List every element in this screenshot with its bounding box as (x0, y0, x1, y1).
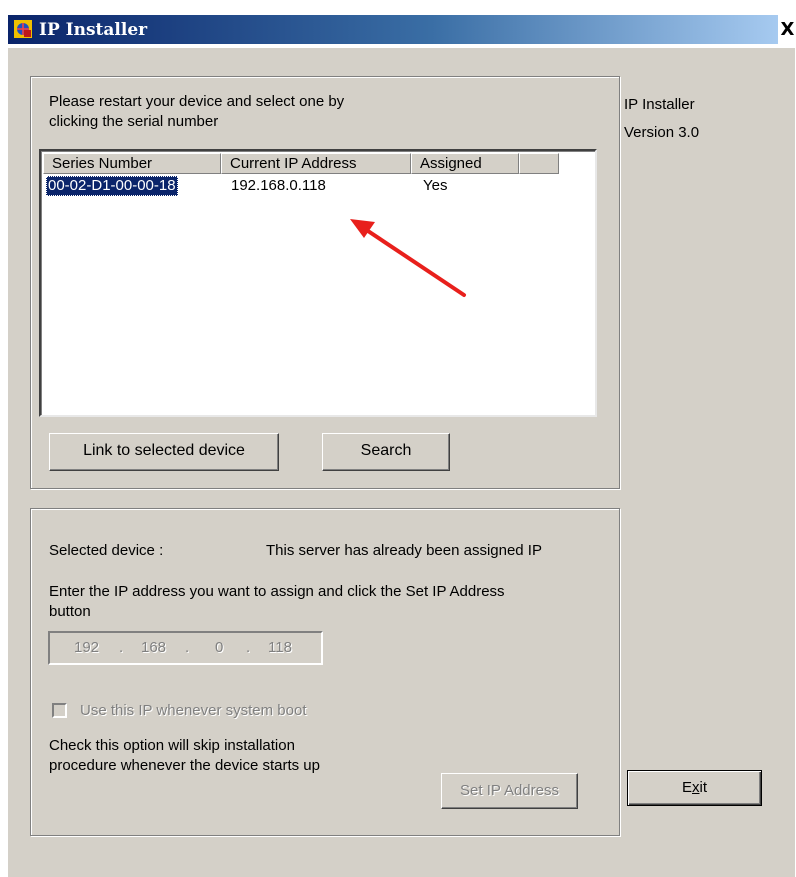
column-header-assigned[interactable]: Assigned (411, 153, 519, 174)
note-line-2: procedure whenever the device starts up (49, 757, 320, 774)
selected-device-label: Selected device : (49, 542, 164, 559)
device-list[interactable]: Series Number Current IP Address Assigne… (39, 149, 597, 417)
instruction-line-2: clicking the serial number (49, 113, 219, 130)
exit-label-post: it (699, 779, 708, 796)
ip-octet-2[interactable]: 168 (141, 638, 166, 658)
search-button[interactable]: Search (322, 433, 450, 471)
column-header-series-number[interactable]: Series Number (43, 153, 221, 174)
ip-octet-1[interactable]: 192 (74, 638, 99, 658)
set-ip-address-button[interactable]: Set IP Address (441, 773, 578, 809)
app-globe-icon (14, 20, 32, 38)
title-bar[interactable]: IP Installer X (8, 11, 795, 48)
window-title: IP Installer (39, 20, 148, 40)
exit-label-mnemonic: x (692, 779, 700, 796)
ip-octet-3[interactable]: 0 (215, 638, 223, 658)
column-header-current-ip[interactable]: Current IP Address (221, 153, 411, 174)
assign-prompt-line-1: Enter the IP address you want to assign … (49, 583, 505, 600)
ip-dot-1: . (119, 639, 124, 656)
note-line-1: Check this option will skip installation (49, 737, 295, 754)
column-header-empty (519, 153, 559, 174)
side-version: Version 3.0 (624, 124, 700, 141)
ip-dot-3: . (246, 639, 251, 656)
use-ip-on-boot-label[interactable]: Use this IP whenever system boot (80, 701, 307, 721)
exit-button[interactable]: Exit (627, 770, 762, 806)
link-to-selected-device-button[interactable]: Link to selected device (49, 433, 279, 471)
close-button[interactable]: X (780, 15, 795, 44)
assign-prompt-line-2: button (49, 603, 91, 620)
ip-installer-window: IP Installer X IP Installer Version 3.0 … (8, 11, 795, 877)
side-app-name: IP Installer (624, 96, 695, 113)
ip-octet-4[interactable]: 118 (268, 638, 292, 658)
cell-current-ip[interactable]: 192.168.0.118 (231, 176, 326, 196)
use-ip-on-boot-checkbox[interactable] (52, 703, 67, 718)
cell-series-number[interactable]: 00-02-D1-00-00-18 (46, 176, 178, 196)
exit-label-pre: E (681, 779, 692, 796)
ip-address-field[interactable]: 192 . 168 . 0 . 118 (48, 631, 323, 665)
table-row[interactable]: 00-02-D1-00-00-18 192.168.0.118 Yes (43, 176, 593, 196)
cell-assigned[interactable]: Yes (423, 176, 447, 196)
selected-device-status: This server has already been assigned IP (266, 542, 542, 559)
instruction-line-1: Please restart your device and select on… (49, 93, 345, 110)
ip-dot-2: . (185, 639, 190, 656)
list-header: Series Number Current IP Address Assigne… (43, 153, 593, 174)
